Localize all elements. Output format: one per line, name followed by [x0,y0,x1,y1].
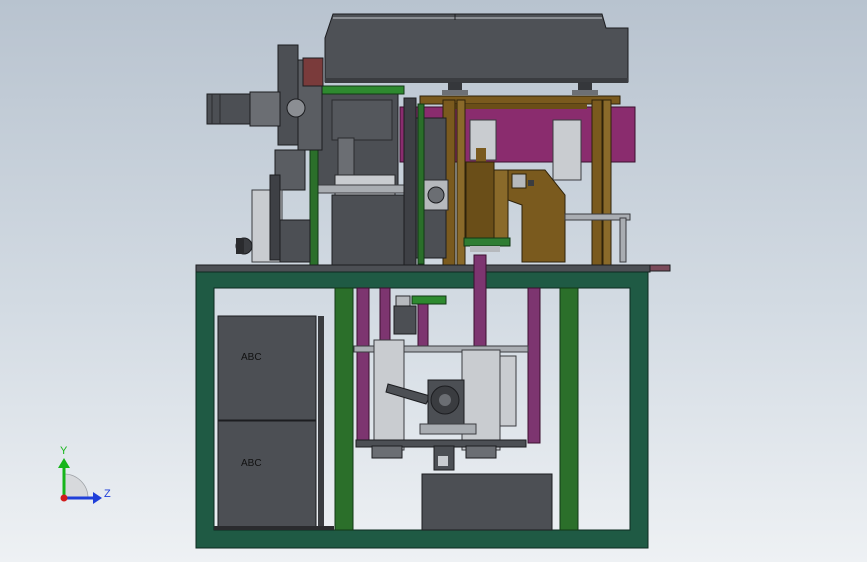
y-axis-label: Y [60,445,68,457]
cabinet-label-lower: ABC [241,458,262,469]
z-axis-label: Z [104,488,111,500]
top-hood [324,13,629,83]
column-left [334,287,354,531]
base-box [421,473,553,531]
hood-supports [442,82,598,95]
coordinate-triad: Y Z [58,445,111,504]
cad-viewport[interactable]: ABC ABC Y Z [0,0,867,562]
z-axis-arrow [93,492,102,504]
y-axis-arrow [58,458,70,468]
table-top-extension [649,264,671,272]
cabinet-label-upper: ABC [241,352,262,363]
motor-assembly [206,44,324,263]
column-right [559,287,579,531]
machine-model: ABC ABC Y Z [58,13,671,549]
electrical-cabinet [214,315,334,530]
triad-origin [60,494,68,502]
table-top [195,264,651,273]
